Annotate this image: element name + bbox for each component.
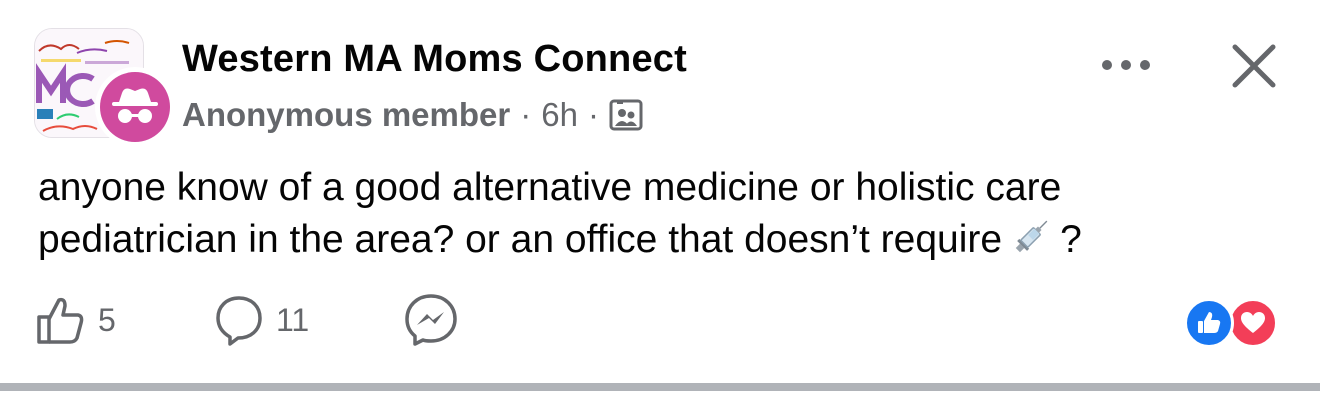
like-reaction-icon xyxy=(1184,298,1234,348)
send-in-messenger-button[interactable] xyxy=(404,290,458,350)
post-body: anyone know of a good alternative medici… xyxy=(38,162,1298,272)
more-options-button[interactable] xyxy=(1096,48,1156,82)
thumbs-up-icon xyxy=(37,297,84,344)
meta-separator: · xyxy=(520,96,532,133)
group-name-link[interactable]: Western MA Moms Connect xyxy=(182,38,687,81)
like-button[interactable]: 5 xyxy=(36,290,116,350)
group-members-icon xyxy=(609,99,643,131)
post-text-fragment: pediatrician in the area? or an office t… xyxy=(38,218,1003,261)
comment-count: 11 xyxy=(276,301,310,338)
reaction-summary[interactable] xyxy=(1184,298,1286,348)
post-meta: Anonymous member · 6h · xyxy=(182,94,643,136)
post-timestamp[interactable]: 6h xyxy=(541,96,578,134)
section-divider xyxy=(0,383,1320,391)
comment-bubble-icon xyxy=(216,296,262,346)
syringe-emoji xyxy=(1010,214,1054,272)
comment-button[interactable]: 11 xyxy=(214,290,309,350)
anonymous-avatar[interactable] xyxy=(95,67,175,147)
close-icon xyxy=(1232,44,1276,88)
incognito-icon xyxy=(112,88,158,123)
close-button[interactable] xyxy=(1226,38,1282,94)
messenger-icon xyxy=(405,294,457,346)
love-reaction-icon xyxy=(1228,298,1278,348)
anonymous-avatar-circle xyxy=(100,72,170,142)
more-options-icon xyxy=(1102,60,1150,70)
meta-separator: · xyxy=(587,96,599,133)
like-count: 5 xyxy=(98,301,116,338)
post-text-line: pediatrician in the area? or an office t… xyxy=(38,214,1298,272)
post-text-fragment: ? xyxy=(1060,218,1082,261)
post-text-line: anyone know of a good alternative medici… xyxy=(38,166,1062,209)
author-name[interactable]: Anonymous member xyxy=(182,96,510,134)
post-card: Western MA Moms Connect Anonymous member… xyxy=(0,0,1320,407)
